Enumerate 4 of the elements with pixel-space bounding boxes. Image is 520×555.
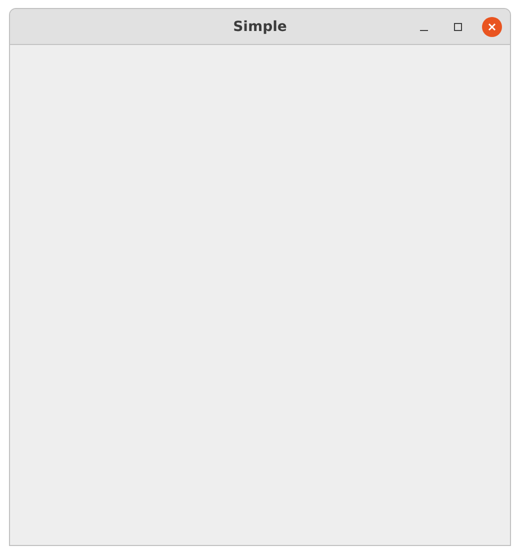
close-button[interactable] xyxy=(482,16,502,36)
maximize-icon xyxy=(453,22,463,32)
close-icon xyxy=(487,22,497,32)
window-title: Simple xyxy=(233,18,287,34)
